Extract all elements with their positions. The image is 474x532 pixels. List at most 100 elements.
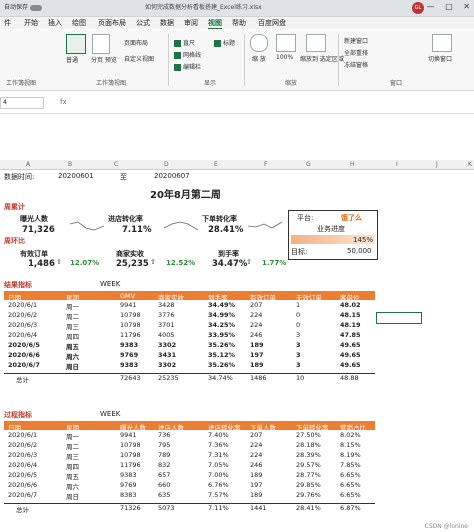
column-header[interactable]: D [164, 161, 169, 168]
table-cell[interactable]: 2020/6/4 [8, 461, 37, 469]
table-cell[interactable]: 35.26% [208, 361, 235, 369]
table-cell[interactable]: 207 [250, 431, 262, 439]
table-cell[interactable]: 7.85% [340, 461, 361, 469]
table-cell[interactable]: 周六 [66, 351, 79, 361]
total-cell[interactable]: 72643 [120, 374, 141, 382]
column-header[interactable]: J [436, 161, 438, 168]
table-cell[interactable]: 34.99% [208, 311, 235, 319]
table-cell[interactable]: 周六 [66, 481, 79, 491]
total-cell[interactable]: 10 [296, 374, 304, 382]
table-cell[interactable]: 8.02% [340, 431, 361, 439]
column-header[interactable]: K [468, 161, 472, 168]
table-cell[interactable]: 246 [250, 461, 262, 469]
arrange-all-button[interactable]: 全部重排 [344, 48, 368, 57]
menu-item[interactable]: 绘图 [72, 18, 86, 28]
table-cell[interactable]: 周二 [66, 311, 79, 321]
table-cell[interactable]: 9383 [120, 471, 137, 479]
table-cell[interactable]: 2020/6/2 [8, 311, 37, 319]
table-cell[interactable]: 周三 [66, 321, 79, 331]
column-header[interactable]: E [214, 161, 218, 168]
table-cell[interactable]: 4005 [158, 331, 175, 339]
table-cell[interactable]: 7.57% [208, 491, 229, 499]
total-cell[interactable]: 1486 [250, 374, 267, 382]
table-cell[interactable]: 10798 [120, 311, 141, 319]
table-cell[interactable]: 8.19% [340, 451, 361, 459]
table-cell[interactable]: 2020/6/1 [8, 301, 37, 309]
column-header[interactable]: G [306, 161, 311, 168]
table-cell[interactable]: 48.15 [340, 311, 361, 319]
total-cell[interactable]: 48.88 [340, 374, 359, 382]
column-header[interactable]: A [26, 161, 30, 168]
table-cell[interactable]: 周三 [66, 451, 79, 461]
table-cell[interactable]: 0 [296, 321, 300, 329]
table-cell[interactable]: 48.02 [340, 301, 361, 309]
menu-item[interactable]: 页面布局 [98, 18, 126, 28]
table-cell[interactable]: 周二 [66, 441, 79, 451]
normal-view-button[interactable]: 普通 [66, 55, 78, 64]
table-cell[interactable]: 周四 [66, 461, 79, 471]
page-break-button[interactable]: 分页 预览 [91, 55, 117, 64]
table-cell[interactable]: 29.85% [296, 481, 321, 489]
table-cell[interactable]: 189 [250, 471, 262, 479]
formula-bar-checkbox[interactable]: 编辑栏 [174, 62, 201, 71]
table-cell[interactable]: 34.49% [208, 301, 235, 309]
table-cell[interactable]: 35.12% [208, 351, 235, 359]
table-cell[interactable]: 49.65 [340, 351, 361, 359]
total-cell[interactable]: 1441 [250, 504, 267, 512]
table-cell[interactable]: 周五 [66, 471, 79, 481]
zoom-100-icon[interactable] [276, 34, 296, 52]
menu-item[interactable]: 帮助 [232, 18, 246, 28]
total-cell[interactable]: 71326 [120, 504, 141, 512]
menu-item[interactable]: 公式 [136, 18, 150, 28]
selected-cell[interactable] [376, 312, 422, 324]
table-cell[interactable]: 9941 [120, 431, 137, 439]
table-cell[interactable]: 10798 [120, 441, 141, 449]
menu-item[interactable]: 审阅 [184, 18, 198, 28]
total-cell[interactable]: 25235 [158, 374, 179, 382]
table-cell[interactable]: 6.65% [340, 481, 361, 489]
table-cell[interactable]: 9383 [120, 361, 138, 369]
table-cell[interactable]: 10798 [120, 451, 141, 459]
freeze-panes-button[interactable]: 冻结窗格 [344, 60, 368, 69]
table-cell[interactable]: 29.57% [296, 461, 321, 469]
close-button[interactable]: ✕ [463, 2, 470, 11]
table-cell[interactable]: 0 [296, 311, 300, 319]
table-cell[interactable]: 1 [296, 301, 300, 309]
table-cell[interactable]: 2020/6/5 [8, 471, 37, 479]
zoom-100-button[interactable]: 100% [276, 54, 293, 61]
table-cell[interactable]: 7.00% [208, 471, 229, 479]
menu-item[interactable]: 插入 [48, 18, 62, 28]
table-cell[interactable]: 246 [250, 331, 262, 339]
table-cell[interactable]: 3 [296, 361, 301, 369]
table-cell[interactable]: 189 [250, 491, 262, 499]
table-cell[interactable]: 2020/6/3 [8, 321, 37, 329]
menu-item[interactable]: 件 [4, 18, 11, 28]
table-cell[interactable]: 6.76% [208, 481, 229, 489]
column-header[interactable]: C [114, 161, 118, 168]
table-cell[interactable]: 27.50% [296, 431, 321, 439]
total-cell[interactable]: 6.87% [340, 504, 361, 512]
table-cell[interactable]: 660 [158, 481, 170, 489]
table-cell[interactable]: 635 [158, 491, 170, 499]
zoom-selection-icon[interactable] [306, 34, 326, 52]
table-cell[interactable]: 35.26% [208, 341, 235, 349]
table-cell[interactable]: 3428 [158, 301, 175, 309]
new-window-button[interactable]: 新建窗口 [344, 36, 368, 45]
custom-view-button[interactable]: 自定义视图 [124, 54, 154, 63]
table-cell[interactable]: 11796 [120, 331, 141, 339]
table-cell[interactable]: 9769 [120, 481, 137, 489]
table-cell[interactable]: 3776 [158, 311, 175, 319]
table-cell[interactable]: 3701 [158, 321, 175, 329]
table-cell[interactable]: 11796 [120, 461, 141, 469]
column-header[interactable]: I [396, 161, 398, 168]
table-cell[interactable]: 2020/6/7 [8, 361, 40, 369]
table-cell[interactable]: 189 [250, 361, 264, 369]
table-cell[interactable]: 2020/6/7 [8, 491, 37, 499]
table-cell[interactable]: 832 [158, 461, 170, 469]
table-cell[interactable]: 6.65% [340, 471, 361, 479]
table-cell[interactable]: 49.65 [340, 361, 361, 369]
menu-item[interactable]: 数据 [160, 18, 174, 28]
table-cell[interactable]: 2020/6/4 [8, 331, 37, 339]
menu-item[interactable]: 百度网盘 [258, 18, 286, 28]
table-cell[interactable]: 8.15% [340, 441, 361, 449]
